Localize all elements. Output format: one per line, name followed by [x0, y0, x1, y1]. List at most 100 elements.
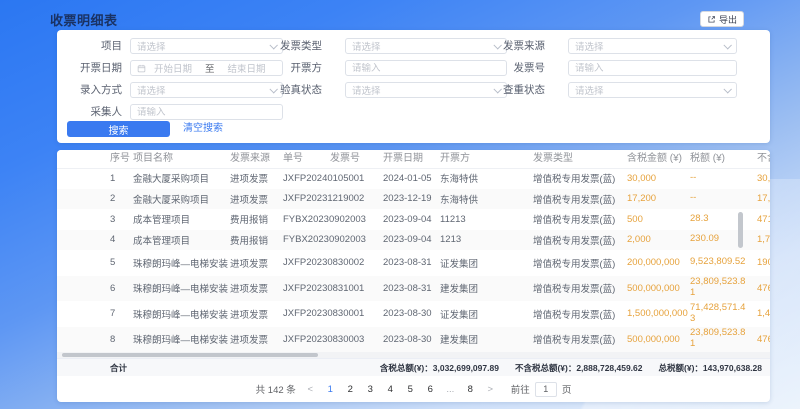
table-cell: 471.7 — [757, 209, 770, 230]
pagination-page-5[interactable]: 5 — [405, 384, 416, 395]
pagination-page-1[interactable]: 1 — [325, 384, 336, 395]
filter-label: 采集人 — [57, 104, 122, 120]
table-cell: 进项发票 — [230, 189, 282, 210]
table-row: 8珠穆朗玛峰—电梯安装进项发票JXFP202308300032023-08-30… — [57, 327, 770, 353]
pagination-page-4[interactable]: 4 — [385, 384, 396, 395]
summary-total-label: 合计 — [110, 362, 127, 374]
table-row: 2金融大厦采购项目进项发票JXFP202312190022023-12-19东海… — [57, 189, 770, 210]
horizontal-scrollbar-thumb[interactable] — [62, 353, 318, 357]
table-cell: 珠穆朗玛峰—电梯安装 — [133, 276, 229, 302]
pagination-page-8[interactable]: 8 — [465, 384, 476, 395]
text-input[interactable] — [352, 63, 500, 74]
table-cell: 17,200 — [627, 189, 693, 210]
table-header-row: 序号项目名称发票来源单号发票号开票日期开票方发票类型含税金额 (¥)税额 (¥)… — [57, 150, 770, 169]
pagination-page-3[interactable]: 3 — [365, 384, 376, 395]
table-cell: 1,428,571,428.57 — [757, 301, 770, 327]
filter-label: 验真状态 — [257, 82, 322, 98]
table-cell: 增值税专用发票(蓝) — [533, 250, 627, 276]
table-row: 1金融大厦采购项目进项发票JXFP202401050012024-01-05东海… — [57, 168, 770, 189]
table-cell: 成本管理项目 — [133, 209, 229, 230]
pagination-next-button[interactable]: > — [485, 384, 496, 395]
table-cell: 4 — [110, 230, 132, 251]
table-cell: 500,000,000 — [627, 276, 693, 302]
table-cell — [330, 301, 380, 327]
clear-search-link[interactable]: 清空搜索 — [183, 121, 223, 137]
table-cell — [330, 209, 380, 230]
table-cell: 珠穆朗玛峰—电梯安装 — [133, 301, 229, 327]
filter-select[interactable]: 请选择 — [568, 38, 737, 54]
filter-panel: 搜索 清空搜索 项目请选择发票类型请选择发票来源请选择开票日期开始日期至结束日期… — [57, 30, 770, 143]
column-header: 开票方 — [440, 150, 532, 168]
pagination-bar: 共 142 条 <123456...8> 前往 页 — [57, 376, 770, 402]
invoice-detail-page: 收票明细表 导出 搜索 清空搜索 项目请选择发票类型请选择发票来源请选择开票日期… — [0, 0, 800, 409]
table-cell: 6 — [110, 276, 132, 302]
filter-label: 项目 — [57, 38, 122, 54]
table-cell: 东海特供 — [440, 168, 532, 189]
table-cell: 30,000 — [627, 168, 693, 189]
pagination-prev-button[interactable]: < — [305, 384, 316, 395]
table-cell: 增值税专用发票(蓝) — [533, 189, 627, 210]
table-cell: 7 — [110, 301, 132, 327]
table-cell: 190,476,190.48 — [757, 250, 770, 276]
table-cell: 17,200 — [757, 189, 770, 210]
table-row: 7珠穆朗玛峰—电梯安装进项发票JXFP202308300012023-08-30… — [57, 301, 770, 327]
pagination-pages: <123456...8> — [305, 384, 496, 395]
filter-label: 查重状态 — [480, 82, 545, 98]
search-button[interactable]: 搜索 — [67, 121, 170, 137]
table-cell: 增值税专用发票(蓝) — [533, 230, 627, 251]
table-cell: 500,000,000 — [627, 327, 693, 353]
goto-label: 前往 — [511, 382, 530, 396]
export-button-label: 导出 — [719, 13, 737, 26]
filter-input[interactable] — [130, 104, 283, 120]
text-input[interactable] — [575, 63, 730, 74]
table-row: 5珠穆朗玛峰—电梯安装进项发票JXFP202308300022023-08-31… — [57, 250, 770, 276]
select-placeholder: 请选择 — [575, 39, 604, 53]
table-cell: 东海特供 — [440, 189, 532, 210]
total-without-tax: 不含税总额(¥)：2,888,728,459.62 — [515, 362, 643, 374]
export-button[interactable]: 导出 — [700, 11, 744, 27]
goto-unit-label: 页 — [562, 382, 572, 396]
table-cell — [330, 327, 380, 353]
column-header: 项目名称 — [133, 150, 229, 168]
table-cell: -- — [690, 168, 748, 189]
table-cell: 476,190,476.19 — [757, 276, 770, 302]
table-cell: 23,809,523.81 — [690, 327, 748, 353]
goto-page-input[interactable] — [535, 382, 557, 397]
table-cell: 增值税专用发票(蓝) — [533, 327, 627, 353]
table-cell: 进项发票 — [230, 250, 282, 276]
table-cell: 建发集团 — [440, 327, 532, 353]
filter-label: 录入方式 — [57, 82, 122, 98]
table-cell: 珠穆朗玛峰—电梯安装 — [133, 250, 229, 276]
text-input[interactable] — [137, 107, 276, 118]
column-header: 开票日期 — [383, 150, 441, 168]
table-cell — [330, 276, 380, 302]
table-cell: 费用报销 — [230, 230, 282, 251]
filter-input[interactable] — [568, 60, 737, 76]
table-cell: 2023-09-04 — [383, 230, 441, 251]
pagination-page-2[interactable]: 2 — [345, 384, 356, 395]
select-placeholder: 请选择 — [137, 39, 166, 53]
table-cell: 增值税专用发票(蓝) — [533, 276, 627, 302]
vertical-scrollbar-thumb[interactable] — [738, 212, 743, 248]
column-header: 发票类型 — [533, 150, 627, 168]
total-tax: 总税额(¥)：143,970,638.28 — [659, 362, 762, 374]
calendar-icon — [137, 64, 146, 73]
table-cell: 1,769.91 — [757, 230, 770, 251]
select-placeholder: 请选择 — [137, 83, 166, 97]
table-row: 3成本管理项目费用报销FYBX202309020032023-09-041121… — [57, 209, 770, 230]
table-cell: 2023-12-19 — [383, 189, 441, 210]
pagination-page-6[interactable]: 6 — [425, 384, 436, 395]
table-cell: 9,523,809.52 — [690, 250, 748, 276]
total-with-tax: 含税总额(¥)：3,032,699,097.89 — [380, 362, 499, 374]
table-cell: 2 — [110, 189, 132, 210]
column-header: 序号 — [110, 150, 132, 168]
table-cell: 珠穆朗玛峰—电梯安装 — [133, 327, 229, 353]
select-placeholder: 请选择 — [352, 39, 381, 53]
select-placeholder: 请选择 — [352, 83, 381, 97]
table-cell: 证发集团 — [440, 301, 532, 327]
start-date-placeholder: 开始日期 — [154, 61, 192, 75]
table-cell: 进项发票 — [230, 168, 282, 189]
column-header: 含税金额 (¥) — [627, 150, 693, 168]
table-cell: 30,000 — [757, 168, 770, 189]
filter-select[interactable]: 请选择 — [568, 82, 737, 98]
